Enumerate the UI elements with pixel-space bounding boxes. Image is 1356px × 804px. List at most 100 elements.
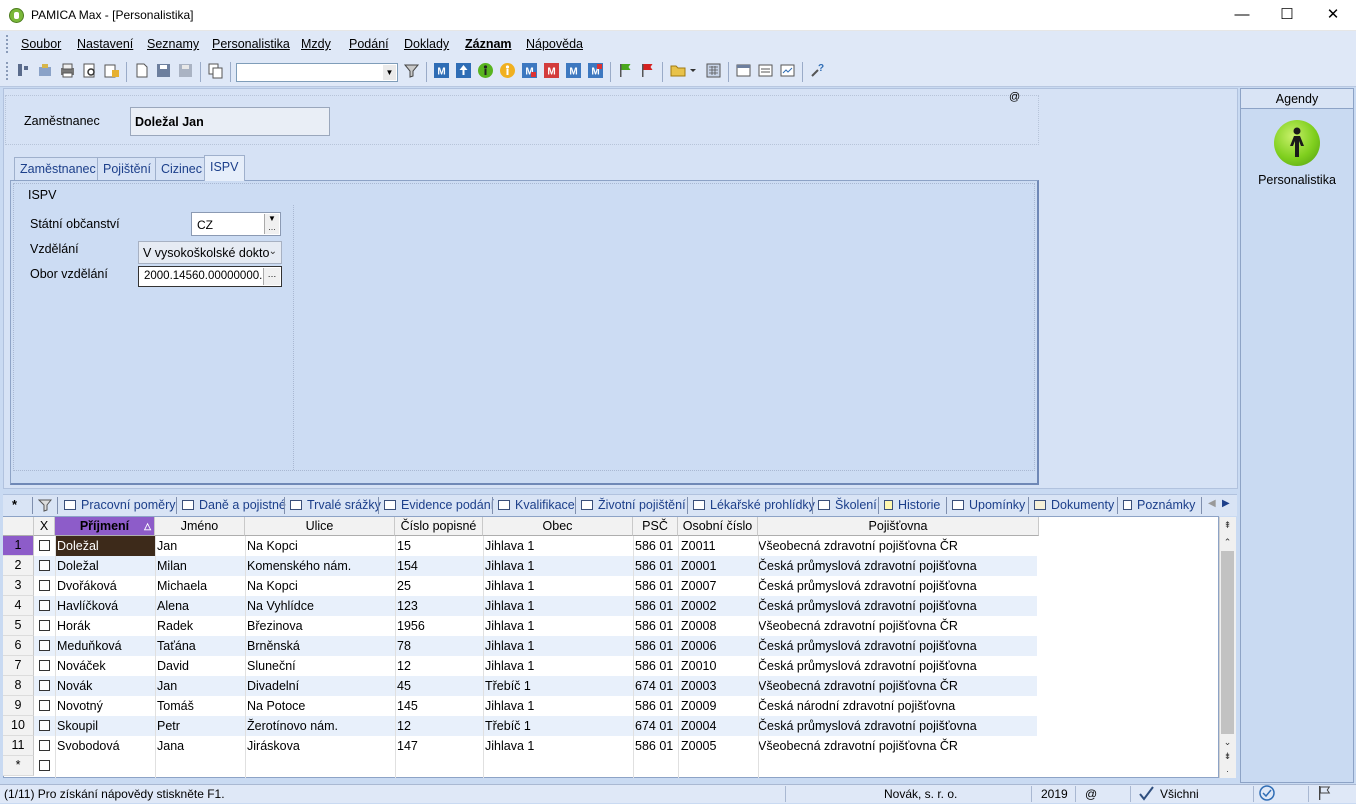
cell-cislo[interactable]: 154 — [397, 559, 418, 573]
pin-icon[interactable] — [15, 62, 32, 79]
tab-ispv[interactable]: ISPV — [204, 155, 245, 181]
menu-seznamy[interactable]: Seznamy — [147, 37, 199, 51]
table-row[interactable]: 1 Doležal Jan Na Kopci 15 Jihlava 1 586 01 Z001… — [3, 536, 1037, 556]
cell-jmeno[interactable]: Jana — [157, 739, 184, 753]
cell-prijmeni[interactable]: Horák — [55, 616, 155, 636]
row-number[interactable]: 3 — [3, 576, 34, 596]
export-icon[interactable] — [103, 62, 120, 79]
cell-pojistovna[interactable]: Všeobecná zdravotní pojišťovna ČR — [758, 679, 958, 693]
module-m3-icon[interactable]: M — [543, 62, 560, 79]
table-row[interactable]: 11 Svobodová Jana Jiráskova 147 Jihlava 1 586 … — [3, 736, 1037, 756]
row-number[interactable]: 7 — [3, 656, 34, 676]
cell-pojistovna[interactable]: Česká průmyslová zdravotní pojišťovna — [758, 659, 977, 673]
cell-pojistovna[interactable]: Všeobecná zdravotní pojišťovna ČR — [758, 739, 958, 753]
module-m5-icon[interactable]: M — [587, 62, 604, 79]
table-row[interactable]: 2 Doležal Milan Komenského nám. 154 Jihlava 1… — [3, 556, 1037, 576]
row-checkbox[interactable] — [39, 600, 50, 611]
cell-pojistovna[interactable]: Česká průmyslová zdravotní pojišťovna — [758, 579, 977, 593]
print-icon[interactable] — [59, 62, 76, 79]
row-checkbox[interactable] — [39, 560, 50, 571]
row-number[interactable]: 10 — [3, 716, 34, 736]
cell-obec[interactable]: Jihlava 1 — [485, 539, 534, 553]
cell-cislo[interactable]: 123 — [397, 599, 418, 613]
column-header-psc[interactable]: PSČ — [633, 517, 678, 536]
upload-icon[interactable] — [455, 62, 472, 79]
menu-mzdy[interactable]: Mzdy — [301, 37, 331, 51]
row-checkbox[interactable] — [39, 540, 50, 551]
new-record-row[interactable]: * — [3, 756, 1037, 776]
tools-icon[interactable] — [37, 62, 54, 79]
cell-prijmeni[interactable]: Doležal — [55, 556, 155, 576]
cell-osobni[interactable]: Z0003 — [681, 679, 716, 693]
cell-jmeno[interactable]: Taťána — [157, 639, 196, 653]
menu-nastaveni[interactable]: Nastavení — [77, 37, 133, 51]
cell-ulice[interactable]: Sluneční — [247, 659, 296, 673]
cell-jmeno[interactable]: Jan — [157, 539, 177, 553]
scroll-down-icon[interactable]: ⌄ — [1220, 736, 1235, 749]
cell-osobni[interactable]: Z0001 — [681, 559, 716, 573]
chevron-down-icon[interactable]: ▼ — [383, 65, 396, 80]
module-m2-icon[interactable]: M — [521, 62, 538, 79]
new-record-star[interactable]: * — [12, 497, 17, 512]
agenda-tab-trvale-srazky[interactable]: Trvalé srážky — [290, 498, 381, 512]
cell-osobni[interactable]: Z0002 — [681, 599, 716, 613]
column-header-osobni-cislo[interactable]: Osobní číslo — [678, 517, 758, 536]
menu-soubor[interactable]: Soubor — [21, 37, 61, 51]
menu-podani[interactable]: Podání — [349, 37, 389, 51]
agenda-tab-pracovni-pomery[interactable]: Pracovní poměry — [64, 498, 175, 512]
cell-cislo[interactable]: 1956 — [397, 619, 425, 633]
cell-ulice[interactable]: Na Kopci — [247, 579, 298, 593]
maximize-button[interactable]: ☐ — [1264, 0, 1310, 31]
person-icon[interactable] — [1274, 120, 1320, 166]
cell-psc[interactable]: 586 01 — [635, 739, 673, 753]
cell-obec[interactable]: Jihlava 1 — [485, 639, 534, 653]
row-checkbox[interactable] — [39, 660, 50, 671]
obcanstvi-lookup-button[interactable]: ▼… — [264, 214, 279, 234]
cell-obec[interactable]: Třebíč 1 — [485, 719, 531, 733]
row-number[interactable]: 1 — [3, 536, 34, 556]
tab-cizinec[interactable]: Cizinec — [155, 157, 208, 180]
cell-jmeno[interactable]: Jan — [157, 679, 177, 693]
cell-obec[interactable]: Jihlava 1 — [485, 739, 534, 753]
row-checkbox[interactable] — [39, 680, 50, 691]
cell-cislo[interactable]: 25 — [397, 579, 411, 593]
toolbar-search-combo[interactable]: ▼ — [236, 63, 398, 82]
cell-cislo[interactable]: 78 — [397, 639, 411, 653]
cell-jmeno[interactable]: Milan — [157, 559, 187, 573]
module-m4-icon[interactable]: M — [565, 62, 582, 79]
menu-napoveda[interactable]: Nápověda — [526, 37, 583, 51]
tab-zamestnanec[interactable]: Zaměstnanec — [14, 157, 102, 180]
cell-prijmeni[interactable]: Novák — [55, 676, 155, 696]
cell-pojistovna[interactable]: Česká průmyslová zdravotní pojišťovna — [758, 599, 977, 613]
cell-ulice[interactable]: Divadelní — [247, 679, 299, 693]
cell-psc[interactable]: 586 01 — [635, 699, 673, 713]
cell-psc[interactable]: 586 01 — [635, 599, 673, 613]
person-green-icon[interactable] — [477, 62, 494, 79]
row-checkbox[interactable] — [39, 760, 50, 771]
cell-pojistovna[interactable]: Všeobecná zdravotní pojišťovna ČR — [758, 619, 958, 633]
table-row[interactable]: 3 Dvořáková Michaela Na Kopci 25 Jihlava 1 586… — [3, 576, 1037, 596]
tab-pojisteni[interactable]: Pojištění — [97, 157, 157, 180]
minimize-button[interactable]: — — [1219, 0, 1265, 31]
table-row[interactable]: 6 Meduňková Taťána Brněnská 78 Jihlava 1 586 0… — [3, 636, 1037, 656]
obor-lookup-button[interactable]: … — [263, 268, 280, 285]
table-row[interactable]: 5 Horák Radek Březinova 1956 Jihlava 1 586 01 Z… — [3, 616, 1037, 636]
cell-jmeno[interactable]: Alena — [157, 599, 189, 613]
table-row[interactable]: 10 Skoupil Petr Žerotínovo nám. 12 Třebíč 1 67… — [3, 716, 1037, 736]
cell-osobni[interactable]: Z0011 — [681, 539, 716, 553]
scroll-end-icon[interactable]: · — [1220, 765, 1235, 778]
cell-obec[interactable]: Třebíč 1 — [485, 679, 531, 693]
cell-jmeno[interactable]: Tomáš — [157, 699, 194, 713]
cell-ulice[interactable]: Brněnská — [247, 639, 300, 653]
agenda-tab-historie[interactable]: Historie — [884, 498, 940, 512]
module-m-icon[interactable]: M — [433, 62, 450, 79]
flag-green-icon[interactable] — [617, 62, 634, 79]
close-button[interactable]: ✕ — [1310, 0, 1356, 31]
row-number[interactable]: 8 — [3, 676, 34, 696]
report-icon[interactable] — [779, 62, 796, 79]
cell-prijmeni[interactable]: Novotný — [55, 696, 155, 716]
cell-osobni[interactable]: Z0005 — [681, 739, 716, 753]
cell-pojistovna[interactable]: Všeobecná zdravotní pojišťovna ČR — [758, 539, 958, 553]
list-icon[interactable] — [757, 62, 774, 79]
agenda-tab-skoleni[interactable]: Školení — [818, 498, 877, 512]
